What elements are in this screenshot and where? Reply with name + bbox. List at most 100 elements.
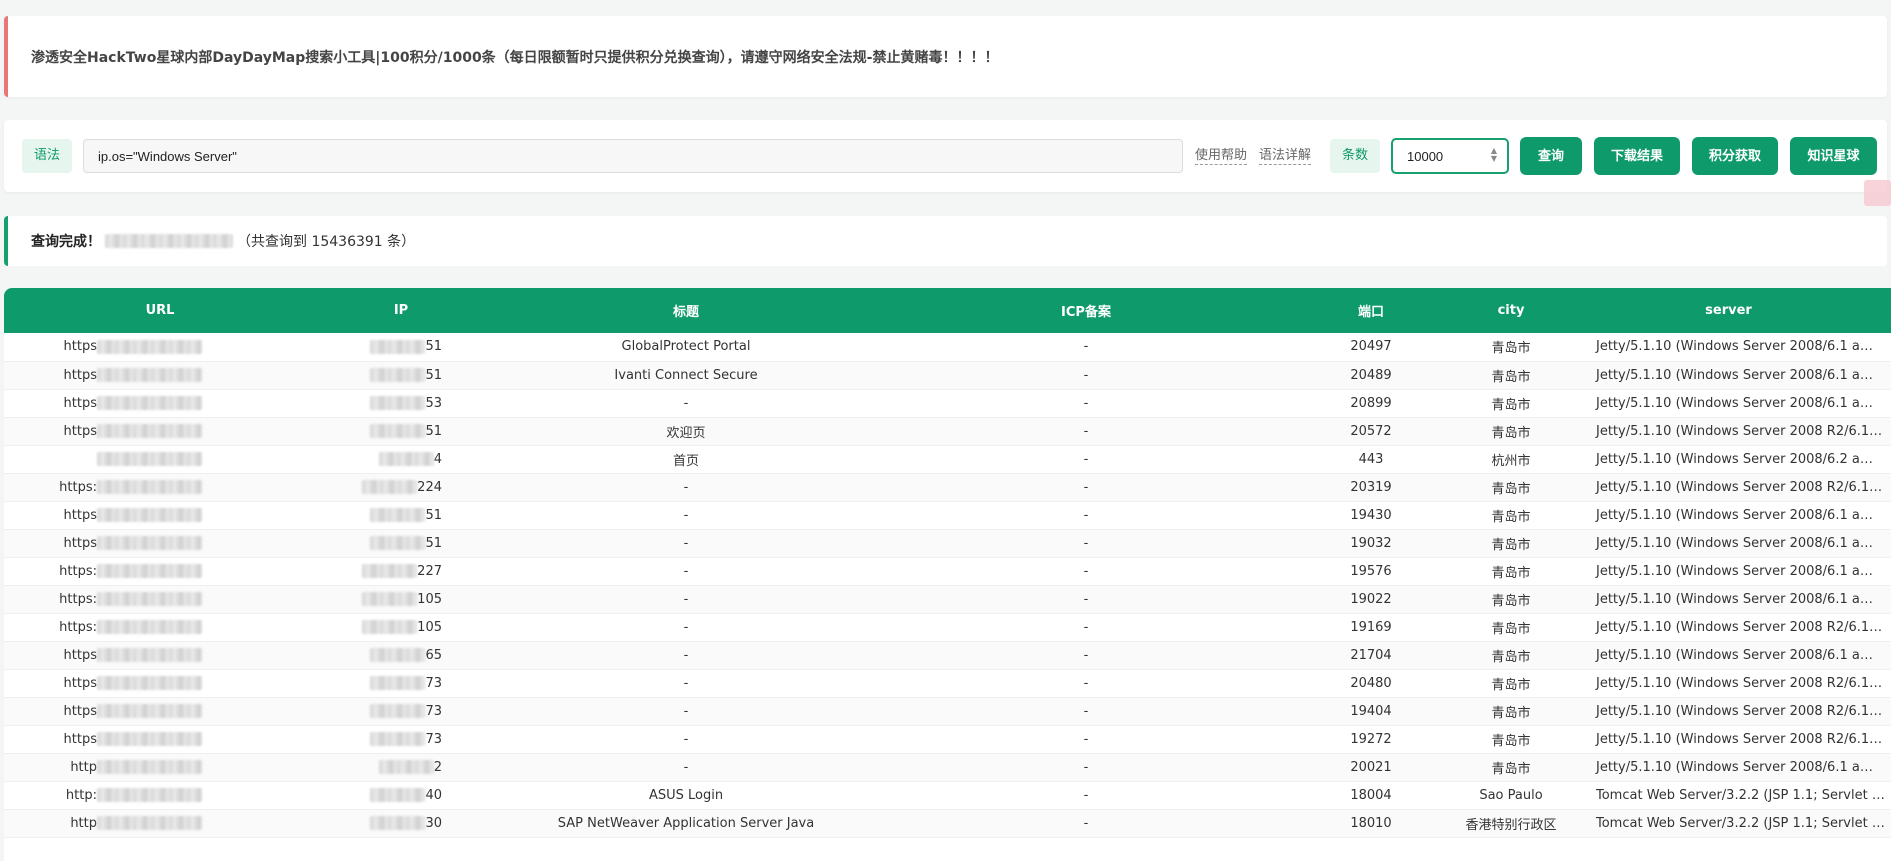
column-header[interactable]: city	[1456, 288, 1566, 333]
cell-url[interactable]: https	[4, 417, 316, 446]
cell-server: Jetty/5.1.10 (Windows Server 2008/6.2 am…	[1566, 445, 1891, 474]
cell-ip: 51	[316, 417, 486, 446]
cell-url[interactable]: https	[4, 389, 316, 418]
icp-text: -	[1083, 535, 1089, 551]
cell-url[interactable]	[4, 445, 316, 474]
port-text: 20319	[1350, 479, 1392, 495]
redacted-ip	[370, 396, 426, 410]
cell-url[interactable]: https	[4, 669, 316, 698]
cell-url[interactable]: http:	[4, 781, 316, 810]
cell-url[interactable]: http	[4, 809, 316, 838]
server-text: Jetty/5.1.10 (Windows Server 2008 R2/6.1…	[1596, 423, 1891, 439]
server-text: Tomcat Web Server/3.2.2 (JSP 1.1; Servle…	[1596, 787, 1891, 803]
redacted-url	[97, 592, 202, 606]
column-header[interactable]: ICP备案	[886, 288, 1286, 333]
port-text: 20021	[1350, 759, 1392, 775]
table-row[interactable]: 4 首页 - 443 杭州市 Jetty/5.1.10 (Windows Server 2…	[4, 445, 1891, 474]
table-row[interactable]: https 65 - - 21704 青岛市 Jetty/5.1.10 (Windows S…	[4, 641, 1891, 670]
table-row[interactable]: https 53 - - 20899 青岛市 Jetty/5.1.10 (Windows S…	[4, 389, 1891, 418]
table-row[interactable]: https 73 - - 19272 青岛市 Jetty/5.1.10 (Windows S…	[4, 725, 1891, 754]
query-input[interactable]	[83, 139, 1183, 173]
cell-url[interactable]: https	[4, 529, 316, 558]
icp-text: -	[1083, 479, 1089, 495]
port-text: 20497	[1350, 339, 1392, 355]
cell-server: Jetty/5.1.10 (Windows Server 2008/6.1 am…	[1566, 585, 1891, 614]
ip-text: 224	[417, 479, 442, 495]
table-row[interactable]: https 51 Ivanti Connect Secure - 20489 青岛市 Jet…	[4, 361, 1891, 390]
cell-url[interactable]: https	[4, 501, 316, 530]
table-row[interactable]: https 51 - - 19032 青岛市 Jetty/5.1.10 (Windows S…	[4, 529, 1891, 558]
cell-ip: 224	[316, 473, 486, 502]
table-row[interactable]: https: 224 - - 20319 青岛市 Jetty/5.1.10 (Windows…	[4, 473, 1891, 502]
table-row[interactable]: https: 105 - - 19169 青岛市 Jetty/5.1.10 (Windows…	[4, 613, 1891, 642]
table-row[interactable]: https: 105 - - 19022 青岛市 Jetty/5.1.10 (Windows…	[4, 585, 1891, 614]
table-row[interactable]: http 30 SAP NetWeaver Application Server J…	[4, 809, 1891, 838]
cell-city: 杭州市	[1456, 445, 1566, 474]
redacted-url	[97, 339, 202, 354]
cell-url[interactable]: https	[4, 361, 316, 390]
icp-text: -	[1083, 703, 1089, 719]
table-row[interactable]: https: 227 - - 19576 青岛市 Jetty/5.1.10 (Windows…	[4, 557, 1891, 586]
points-button[interactable]: 积分获取	[1692, 137, 1778, 175]
city-text: 青岛市	[1491, 677, 1531, 693]
cell-url[interactable]: http	[4, 753, 316, 782]
cell-url[interactable]: https:	[4, 473, 316, 502]
download-button[interactable]: 下载结果	[1594, 137, 1680, 175]
cell-port: 20480	[1286, 669, 1456, 698]
cell-server: Jetty/5.1.10 (Windows Server 2008 R2/6.1…	[1566, 417, 1891, 446]
url-text: https	[63, 367, 97, 383]
title-text: -	[683, 395, 689, 411]
server-text: Jetty/5.1.10 (Windows Server 2008 R2/6.1…	[1596, 731, 1891, 747]
cell-city: 青岛市	[1456, 389, 1566, 418]
redacted-ip	[362, 564, 418, 578]
table-row[interactable]: http 2 - - 20021 青岛市 Jetty/5.1.10 (Windows Ser…	[4, 753, 1891, 782]
syntax-link[interactable]: 语法详解	[1259, 148, 1312, 165]
cell-url[interactable]: https:	[4, 557, 316, 586]
table-row[interactable]: http: 40 ASUS Login - 18004 Sao Paulo Tomcat W…	[4, 781, 1891, 810]
table-row[interactable]: https 51 欢迎页 - 20572 青岛市 Jetty/5.1.10 (Windows…	[4, 417, 1891, 446]
table-row[interactable]: https 51 - - 19430 青岛市 Jetty/5.1.10 (Windows S…	[4, 501, 1891, 530]
ip-text: 73	[425, 703, 442, 719]
notice-banner: 渗透安全HackTwo星球内部DayDayMap搜索小工具|100积分/1000…	[4, 16, 1887, 97]
cell-title: -	[486, 697, 886, 726]
server-text: Jetty/5.1.10 (Windows Server 2008/6.1 am…	[1596, 507, 1891, 523]
cell-icp: -	[886, 361, 1286, 390]
query-button[interactable]: 查询	[1520, 137, 1582, 175]
spinner-arrows-icon[interactable]: ▲ ▼	[1489, 147, 1499, 165]
ip-text: 105	[417, 619, 442, 635]
title-text: 欢迎页	[666, 425, 706, 441]
floating-widget[interactable]	[1864, 180, 1891, 206]
cell-city: 青岛市	[1456, 585, 1566, 614]
cell-url[interactable]: https	[4, 697, 316, 726]
table-row[interactable]: https 73 - - 20480 青岛市 Jetty/5.1.10 (Windows S…	[4, 669, 1891, 698]
cell-url[interactable]: https:	[4, 613, 316, 642]
column-header[interactable]: URL	[4, 288, 316, 333]
column-header[interactable]: 端口	[1286, 288, 1456, 333]
ip-text: 51	[425, 507, 442, 523]
help-link[interactable]: 使用帮助	[1195, 148, 1248, 165]
url-text: https	[63, 731, 97, 747]
planet-button[interactable]: 知识星球	[1790, 137, 1877, 175]
column-header[interactable]: 标题	[486, 288, 886, 333]
port-text: 20480	[1350, 675, 1392, 691]
cell-server: Jetty/5.1.10 (Windows Server 2008/6.1 am…	[1566, 389, 1891, 418]
cell-url[interactable]: https	[4, 333, 316, 362]
city-text: 香港特别行政区	[1465, 817, 1557, 833]
cell-url[interactable]: https	[4, 641, 316, 670]
table-row[interactable]: https 73 - - 19404 青岛市 Jetty/5.1.10 (Windows S…	[4, 697, 1891, 726]
server-text: Jetty/5.1.10 (Windows Server 2008/6.1 am…	[1596, 535, 1891, 551]
cell-url[interactable]: https:	[4, 585, 316, 614]
cell-url[interactable]: https	[4, 725, 316, 754]
table-row[interactable]: https 51 GlobalProtect Portal - 20497 青岛市 Jett…	[4, 333, 1891, 362]
cell-title: -	[486, 473, 886, 502]
cell-port: 20021	[1286, 753, 1456, 782]
column-header[interactable]: server	[1566, 288, 1891, 333]
port-text: 19032	[1350, 535, 1392, 551]
cell-ip: 53	[316, 389, 486, 418]
icp-text: -	[1083, 759, 1089, 775]
icp-text: -	[1083, 395, 1089, 411]
cell-ip: 105	[316, 585, 486, 614]
cell-title: -	[486, 725, 886, 754]
column-header[interactable]: IP	[316, 288, 486, 333]
cell-title: 首页	[486, 445, 886, 474]
